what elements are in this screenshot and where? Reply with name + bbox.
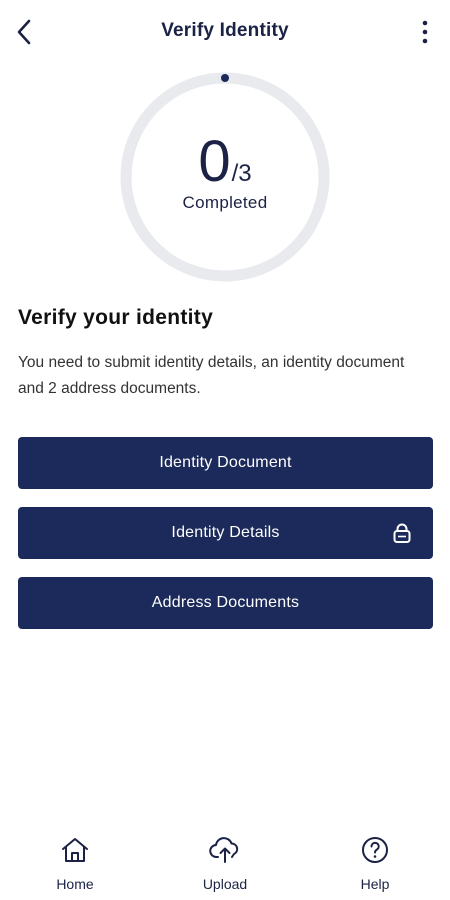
cloud-upload-icon — [209, 837, 239, 863]
button-label: Identity Document — [159, 454, 292, 471]
identity-document-button[interactable]: Identity Document — [18, 437, 433, 489]
top-app-bar: Verify Identity — [0, 0, 450, 62]
verify-identity-screen: Verify Identity 0 /3 Completed Verify yo… — [0, 0, 450, 900]
nav-item-upload[interactable]: Upload — [180, 834, 270, 892]
section-title: Verify your identity — [18, 306, 214, 329]
section-description: You need to submit identity details, an … — [18, 354, 405, 397]
nav-item-help[interactable]: Help — [330, 834, 420, 892]
progress-label: Completed — [182, 193, 268, 212]
progress-center: 0 /3 Completed — [120, 72, 330, 282]
home-icon — [62, 838, 88, 862]
lock-icon — [393, 523, 411, 543]
help-circle-icon — [362, 837, 388, 863]
nav-label-upload: Upload — [202, 876, 248, 892]
nav-label-help: Help — [360, 876, 390, 892]
more-vertical-icon — [422, 20, 428, 44]
nav-item-home[interactable]: Home — [30, 834, 120, 892]
progress-completed-count: 0 — [198, 129, 231, 194]
progress-total-count: /3 — [231, 160, 252, 187]
address-documents-button[interactable]: Address Documents — [18, 577, 433, 629]
button-label: Identity Details — [171, 524, 280, 541]
bottom-navigation: Home Upload Help — [0, 820, 450, 900]
nav-label-home: Home — [56, 876, 94, 892]
page-title: Verify Identity — [161, 20, 289, 41]
progress-ring: 0 /3 Completed — [120, 72, 330, 282]
button-label: Address Documents — [151, 594, 300, 611]
identity-details-button[interactable]: Identity Details — [18, 507, 433, 559]
more-options-button[interactable] — [410, 14, 440, 50]
progress-count: 0 /3 — [198, 129, 252, 194]
